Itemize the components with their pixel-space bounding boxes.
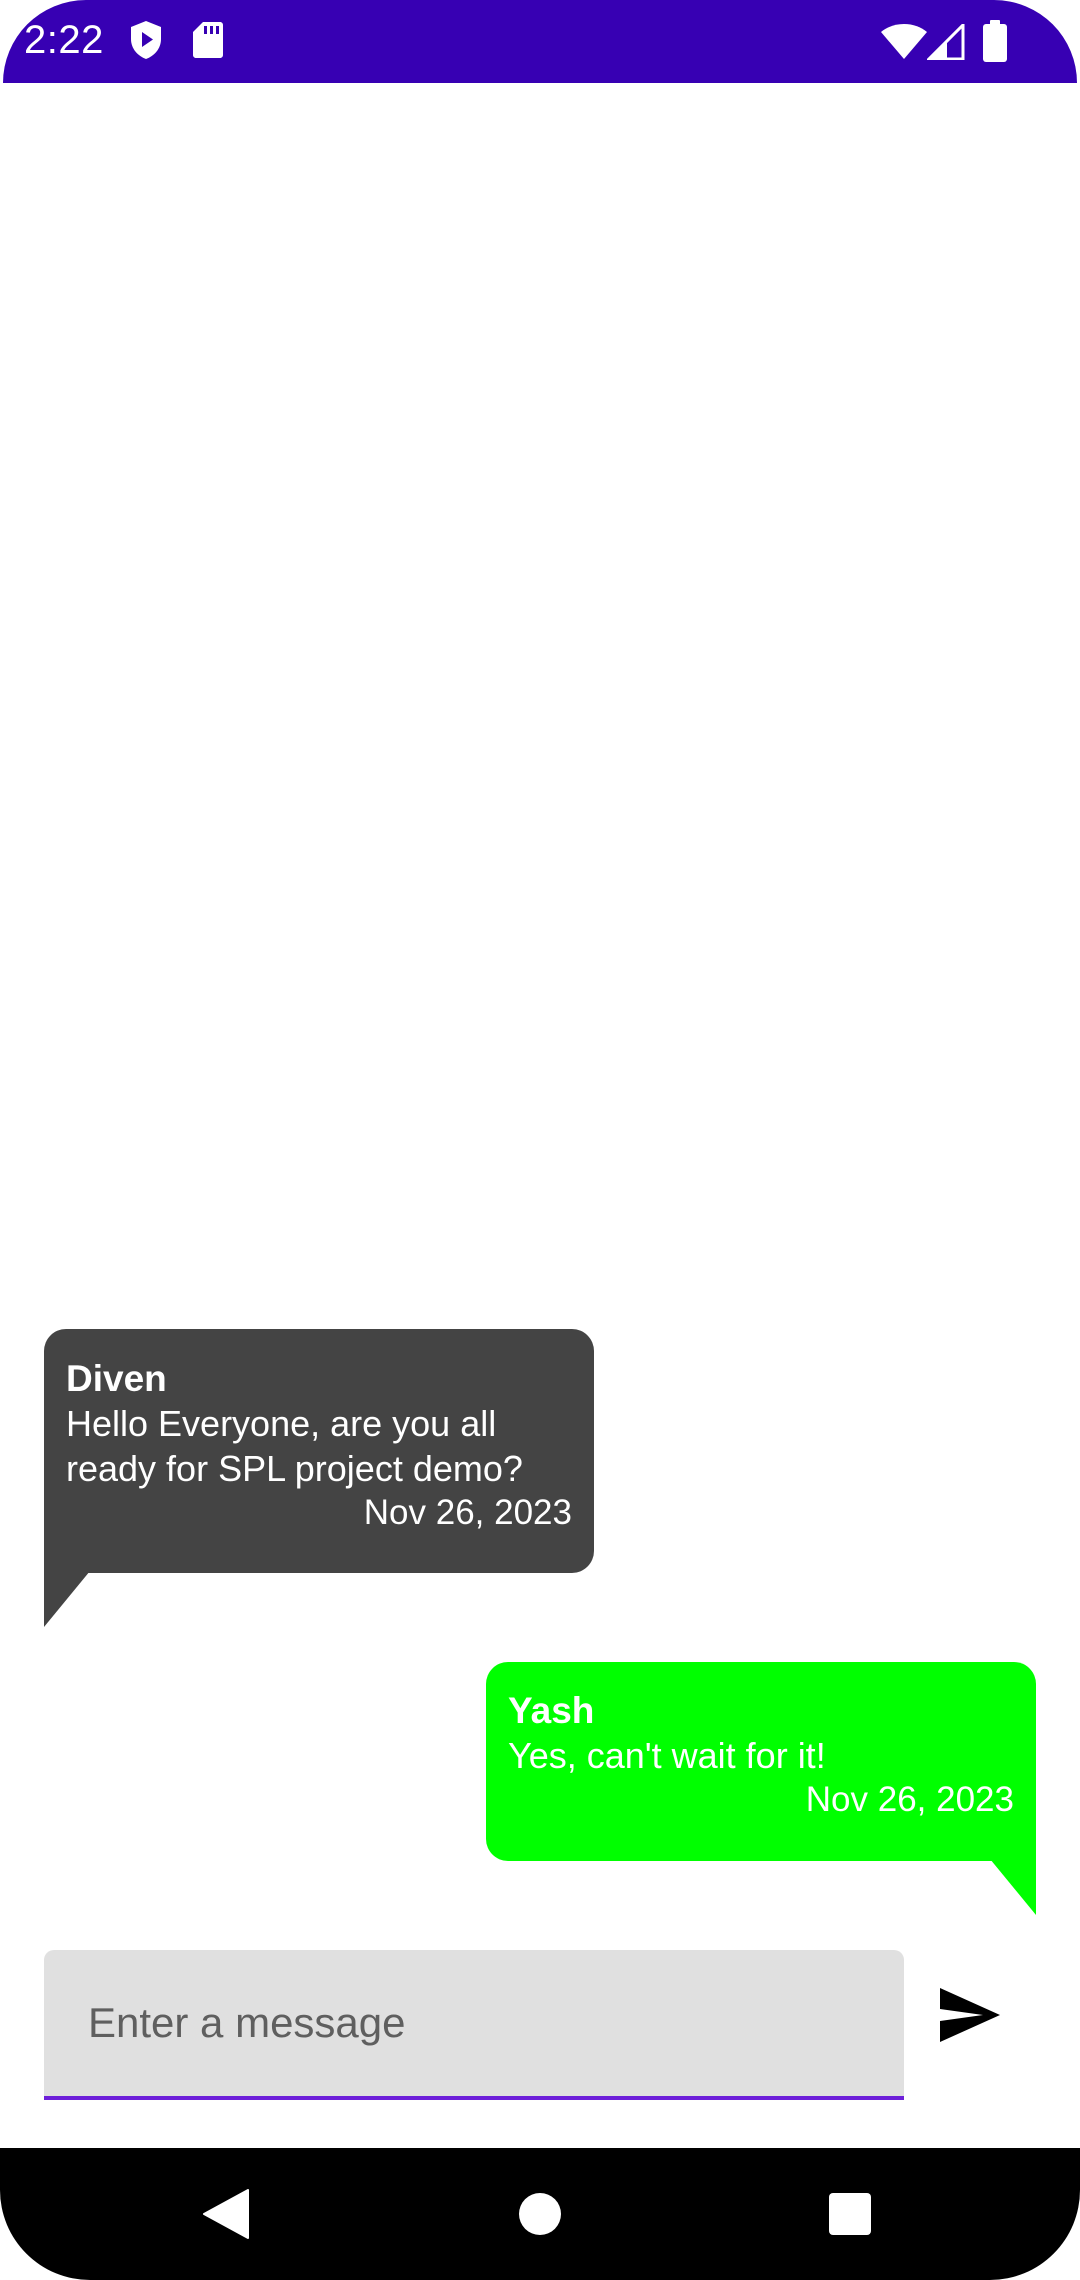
- message-sender: Diven: [66, 1358, 167, 1399]
- home-icon: [519, 2193, 561, 2235]
- message-bubble-incoming[interactable]: Diven Hello Everyone, are you all ready …: [44, 1329, 594, 1573]
- recents-icon: [829, 2193, 871, 2235]
- sd-card-icon: [193, 22, 223, 63]
- status-time: 2:22: [24, 18, 104, 62]
- message-bubble-outgoing[interactable]: Yash Yes, can't wait for it! Nov 26, 202…: [486, 1662, 1036, 1861]
- navigation-bar: [0, 2148, 1080, 2280]
- message-text-line: ready for SPL project demo?: [66, 1448, 523, 1489]
- message-text-line: Hello Everyone, are you all: [66, 1403, 497, 1444]
- bubble-tail-incoming: [44, 1571, 90, 1627]
- bubble-tail-outgoing: [990, 1859, 1036, 1915]
- send-icon: [940, 1988, 1000, 2042]
- message-input-container[interactable]: [44, 1950, 904, 2100]
- message-input[interactable]: [88, 1950, 868, 2096]
- shield-play-icon: [129, 20, 163, 65]
- back-button[interactable]: [188, 2176, 264, 2252]
- message-text-line: Yes, can't wait for it!: [508, 1735, 826, 1776]
- send-button[interactable]: [930, 1975, 1010, 2055]
- battery-icon: [983, 20, 1007, 67]
- home-button[interactable]: [502, 2176, 578, 2252]
- message-date: Nov 26, 2023: [363, 1493, 572, 1532]
- message-sender: Yash: [508, 1690, 595, 1731]
- status-bar: 2:22: [3, 0, 1077, 83]
- back-icon: [203, 2189, 249, 2239]
- signal-icon: [925, 21, 965, 65]
- message-date: Nov 26, 2023: [805, 1780, 1014, 1819]
- recents-button[interactable]: [812, 2176, 888, 2252]
- chat-screen: 2:22 Diven Hello Everyone, are you all r…: [0, 0, 1080, 2280]
- wifi-icon: [881, 24, 927, 65]
